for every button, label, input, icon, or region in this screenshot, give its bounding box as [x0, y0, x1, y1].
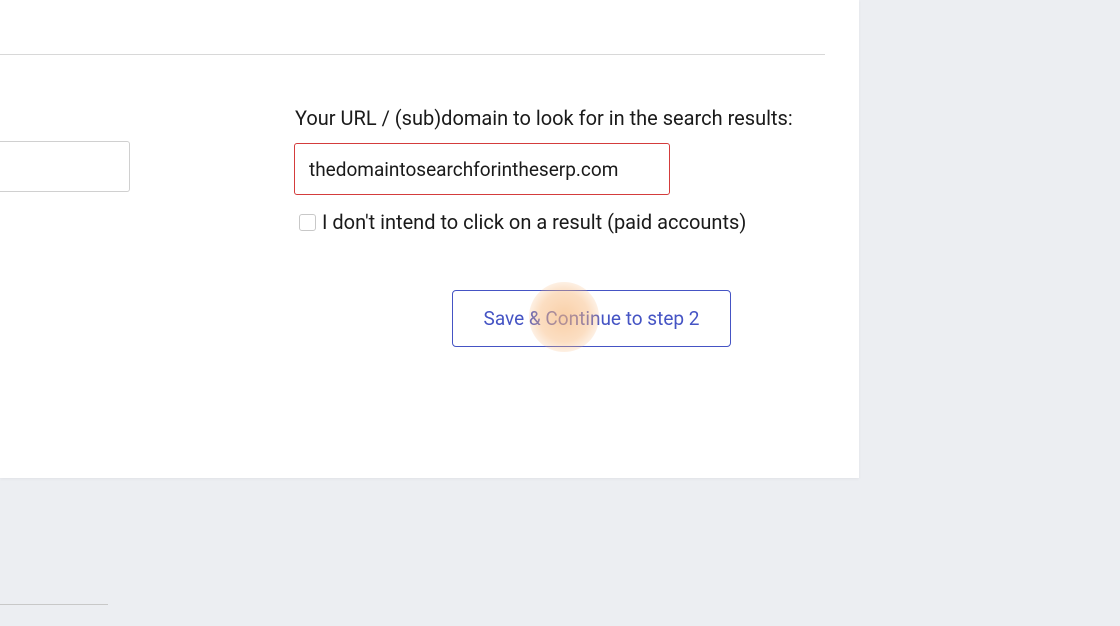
form-card: Your URL / (sub)domain to look for in th…	[0, 0, 859, 478]
no-click-checkbox-label: I don't intend to click on a result (pai…	[322, 210, 746, 234]
aux-input[interactable]	[0, 141, 130, 192]
no-click-checkbox-row: I don't intend to click on a result (pai…	[299, 210, 746, 234]
no-click-checkbox[interactable]	[299, 214, 316, 231]
save-continue-label: Save & Continue to step 2	[484, 307, 700, 330]
divider-line	[0, 54, 825, 55]
url-input[interactable]	[294, 143, 670, 195]
save-continue-button[interactable]: Save & Continue to step 2	[452, 290, 731, 347]
bottom-divider-line	[0, 604, 108, 605]
url-field-label: Your URL / (sub)domain to look for in th…	[295, 106, 793, 130]
